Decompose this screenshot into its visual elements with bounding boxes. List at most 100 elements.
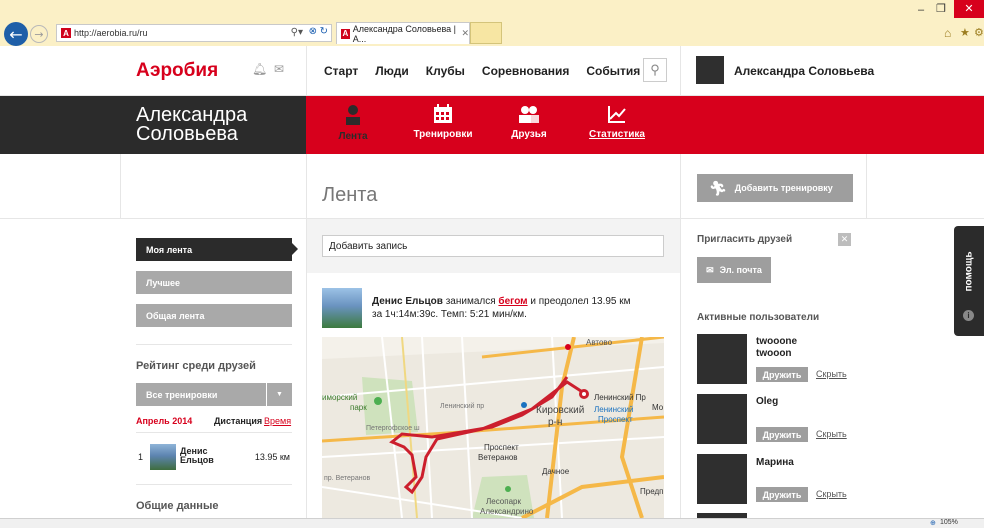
tab-feed-label: Лента — [338, 131, 368, 142]
col-time[interactable]: Время — [264, 416, 291, 426]
col-distance[interactable]: Дистанция — [214, 416, 262, 426]
feed-activity-link[interactable]: бегом — [498, 296, 527, 307]
menu-best-label: Лучшее — [146, 278, 181, 288]
header-divider-left — [306, 46, 307, 96]
chevron-down-icon: ▼ — [266, 383, 292, 406]
close-window-icon[interactable]: ✕ — [954, 0, 984, 18]
nav-competitions[interactable]: Соревнования — [482, 64, 569, 78]
feed-author-avatar[interactable] — [322, 288, 362, 328]
map-label-lesopark: Лесопарк — [486, 497, 521, 506]
route-map[interactable]: Автово Ленинский Пр Кировский р-н Ленинс… — [322, 337, 664, 518]
tab-stats[interactable]: Статистика — [572, 96, 662, 154]
back-button[interactable]: ← — [4, 22, 28, 46]
settings-icon[interactable]: ⚙ — [974, 26, 984, 39]
hide-link[interactable]: Скрыть — [816, 429, 847, 439]
zoom-level[interactable]: 105% — [940, 519, 958, 526]
user-name[interactable]: Александра Соловьева — [734, 64, 874, 78]
nav-events[interactable]: События — [586, 64, 640, 78]
tab-workouts-label: Тренировки — [413, 129, 473, 140]
minimize-icon[interactable]: – — [918, 4, 924, 16]
forward-button[interactable]: → — [30, 25, 48, 43]
menu-active-arrow-icon — [292, 243, 298, 255]
help-tab-label: помощь — [963, 251, 975, 292]
rating-select[interactable]: Все тренировки ▼ — [136, 383, 292, 406]
active-user-name-2[interactable]: Oleg — [756, 396, 778, 407]
site-header: Аэробия 🔔︎ ✉ Старт Люди Клубы Соревнован… — [0, 46, 984, 96]
map-label-primorsky: иморский — [322, 393, 358, 402]
header-divider-right — [680, 46, 681, 96]
friends-icon — [519, 106, 539, 123]
befriend-button[interactable]: Дружить — [756, 487, 808, 502]
active-user-name-1b[interactable]: twooon — [756, 348, 792, 359]
hide-link[interactable]: Скрыть — [816, 369, 847, 379]
favorites-icon[interactable]: ★ — [960, 26, 970, 39]
stop-icon[interactable]: ⊗ — [309, 26, 317, 37]
nav-people[interactable]: Люди — [375, 64, 409, 78]
befriend-label: Дружить — [762, 429, 802, 440]
menu-my-feed[interactable]: Моя лента — [136, 238, 292, 261]
post-input[interactable]: Добавить запись — [322, 235, 664, 257]
post-input-placeholder: Добавить запись — [329, 241, 408, 252]
help-tab[interactable]: помощь i — [954, 226, 984, 336]
feed-author[interactable]: Денис Ельцов — [372, 296, 443, 307]
bell-icon[interactable]: 🔔︎ — [252, 62, 267, 76]
map-label-rn: р-н — [548, 417, 563, 428]
menu-best[interactable]: Лучшее — [136, 271, 292, 294]
rating-select-value: Все тренировки — [146, 390, 218, 400]
map-label-dachnoe: Дачное — [542, 467, 570, 476]
rating-period[interactable]: Апрель 2014 — [136, 416, 192, 426]
map-label-prospekt: Проспект — [598, 415, 633, 424]
active-user-avatar[interactable] — [697, 334, 747, 384]
site-logo[interactable]: Аэробия — [136, 60, 218, 82]
ranking-row[interactable]: 1 Денис Ельцов 13.95 км — [136, 440, 292, 472]
restore-icon[interactable]: ❐ — [936, 2, 946, 15]
nav-clubs[interactable]: Клубы — [426, 64, 465, 78]
search-icon[interactable]: ⚲▾ — [291, 27, 303, 38]
menu-my-feed-label: Моя лента — [146, 245, 193, 255]
tab-favicon-icon: А — [341, 28, 350, 39]
hide-link[interactable]: Скрыть — [816, 489, 847, 499]
befriend-button[interactable]: Дружить — [756, 427, 808, 442]
rating-title: Рейтинг среди друзей — [136, 360, 256, 372]
ranking-name-last: Ельцов — [180, 455, 214, 465]
site-search-button[interactable]: ⚲ — [643, 58, 667, 82]
active-user-avatar[interactable] — [697, 454, 747, 504]
mail-icon[interactable]: ✉ — [274, 62, 284, 76]
invite-title: Пригласить друзей — [697, 234, 793, 245]
left-divider-1 — [136, 344, 292, 345]
home-icon[interactable]: ⌂ — [944, 26, 951, 40]
active-user-name-3[interactable]: Марина — [756, 457, 794, 468]
column-divider-0 — [120, 154, 121, 218]
add-workout-button[interactable]: 🏃︎ Добавить тренировку — [697, 174, 853, 202]
browser-tab[interactable]: А Александра Соловьева | А... ✕ — [336, 22, 470, 44]
tab-workouts[interactable]: Тренировки — [398, 96, 488, 154]
map-label-prospekt2: Проспект — [484, 443, 519, 452]
invite-close-icon[interactable]: ✕ — [838, 233, 851, 246]
active-user-name-1[interactable]: twooone — [756, 336, 797, 347]
menu-general-feed[interactable]: Общая лента — [136, 304, 292, 327]
befriend-button[interactable]: Дружить — [756, 367, 808, 382]
nav-start[interactable]: Старт — [324, 64, 358, 78]
new-tab-area[interactable] — [470, 22, 502, 44]
address-url: http://aerobia.ru/ru — [74, 28, 148, 38]
refresh-icon[interactable]: ↻ — [320, 26, 328, 37]
info-icon: i — [963, 310, 974, 321]
column-divider-1 — [306, 154, 307, 518]
ranking-rank: 1 — [138, 452, 144, 462]
active-user-avatar[interactable] — [697, 394, 747, 444]
ranking-avatar — [150, 444, 176, 470]
user-avatar[interactable] — [696, 56, 724, 84]
map-label-park: парк — [350, 403, 367, 412]
tab-friends[interactable]: Друзья — [484, 96, 574, 154]
address-bar[interactable]: А http://aerobia.ru/ru ⚲▾ ⊗ ↻ — [56, 24, 332, 42]
close-tab-icon[interactable]: ✕ — [461, 28, 469, 39]
feed-text-after: и преодолел 13.95 км — [527, 296, 631, 307]
rating-header-divider — [136, 432, 292, 433]
left-divider-2 — [136, 484, 292, 485]
general-title: Общие данные — [136, 500, 219, 512]
zoom-icon[interactable]: ⊕ — [930, 519, 936, 527]
tab-feed[interactable]: Лента — [308, 96, 398, 154]
invite-email-button[interactable]: ✉ Эл. почта — [697, 257, 771, 283]
map-label-kirovsky: Кировский — [536, 405, 585, 416]
column-divider-3 — [866, 154, 867, 218]
